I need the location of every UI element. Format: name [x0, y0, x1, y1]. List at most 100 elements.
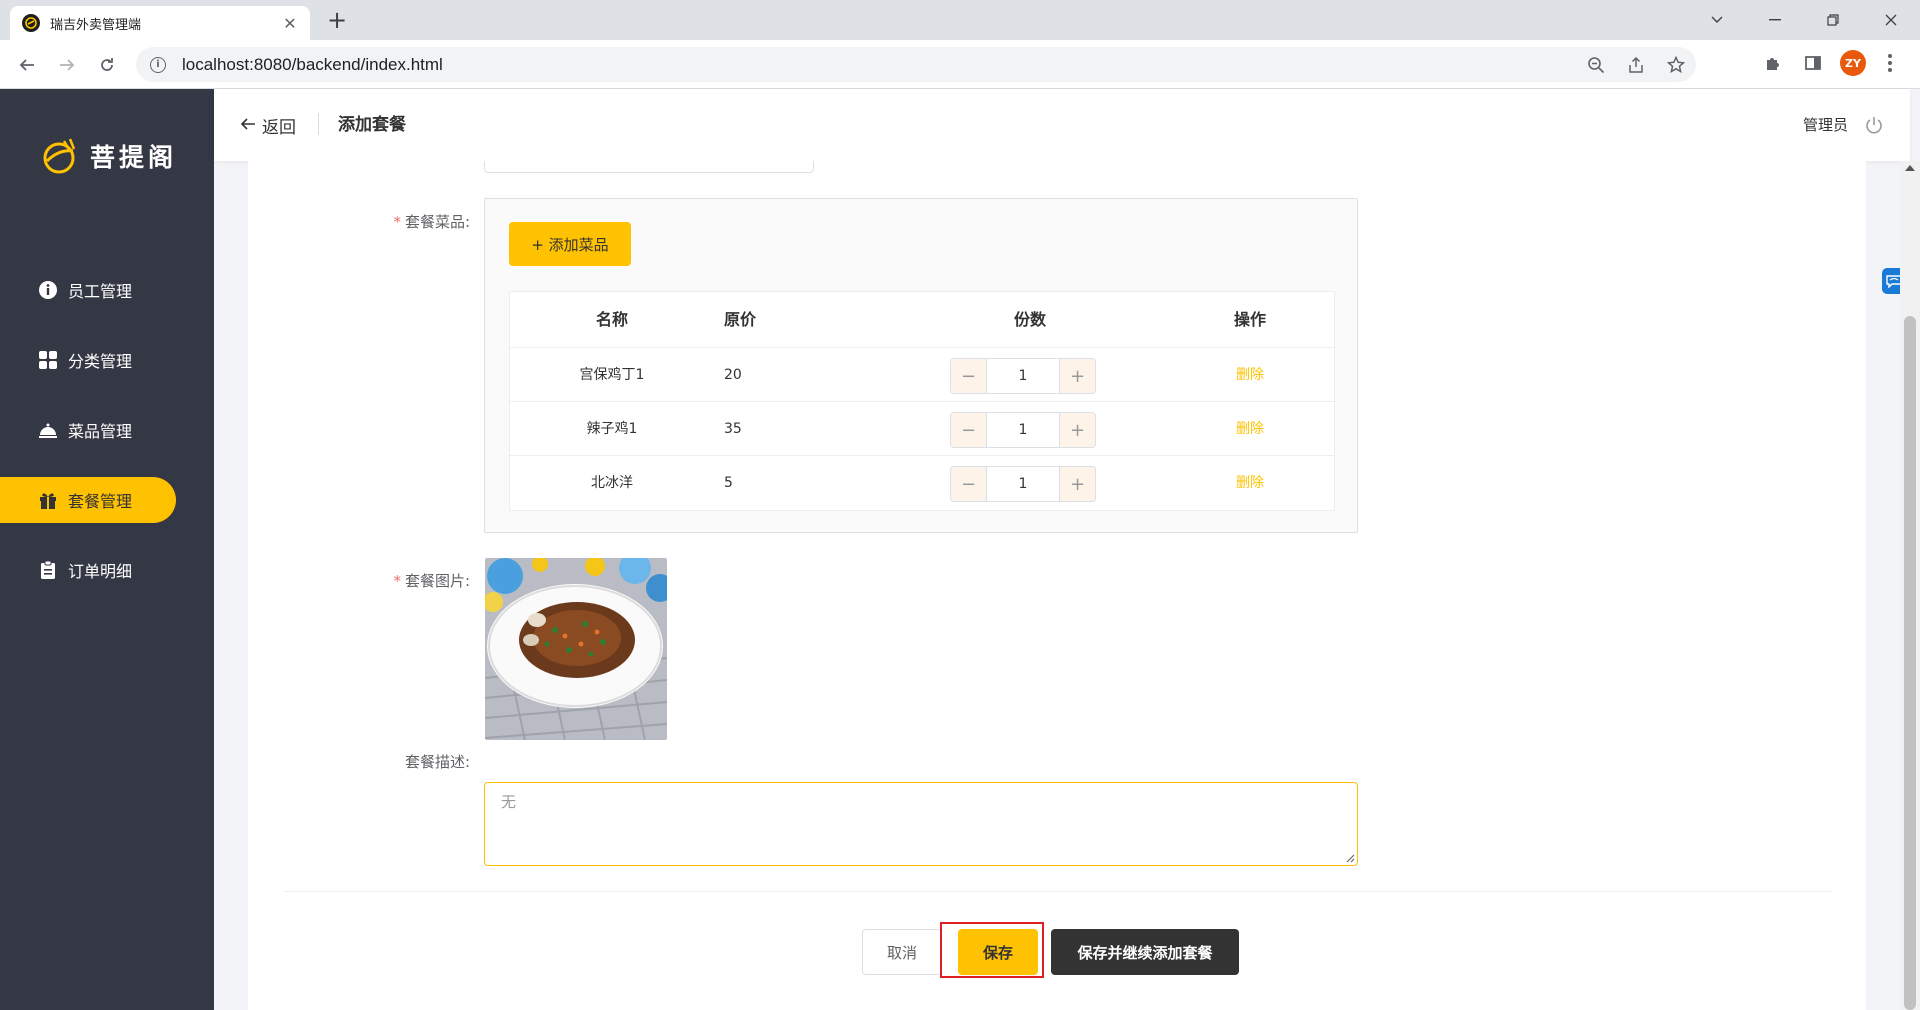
- sidebar-item-dish[interactable]: 菜品管理: [0, 407, 214, 453]
- sidebar: 菩提阁 员工管理 分类管理 菜品管理 套餐管理 订单明细: [0, 89, 214, 1010]
- site-info-icon[interactable]: i: [150, 56, 166, 73]
- quantity-input[interactable]: 1: [987, 359, 1059, 393]
- increment-button[interactable]: +: [1059, 359, 1095, 393]
- setmeal-icon: [38, 490, 58, 510]
- description-value: 无: [501, 793, 517, 811]
- sidebar-item-category[interactable]: 分类管理: [0, 337, 214, 383]
- scroll-up-icon[interactable]: [1905, 165, 1915, 171]
- new-tab-button[interactable]: +: [324, 8, 350, 34]
- dish-name: 北冰洋: [591, 475, 633, 491]
- sidebar-item-employee[interactable]: 员工管理: [0, 267, 214, 313]
- delete-link[interactable]: 删除: [1210, 456, 1290, 510]
- footer-divider: [284, 891, 1832, 892]
- quantity-stepper: − 1 +: [950, 466, 1096, 502]
- sidebar-item-setmeal[interactable]: 套餐管理: [0, 477, 176, 523]
- dish-price: 5: [724, 475, 733, 491]
- sidebar-item-label: 套餐管理: [68, 492, 133, 511]
- back-arrow-icon: [240, 115, 256, 136]
- browser-menu-icon[interactable]: [1880, 50, 1900, 76]
- column-header: 操作: [1233, 310, 1266, 329]
- sidebar-item-label: 订单明细: [68, 562, 133, 581]
- sidebar-item-label: 菜品管理: [68, 422, 133, 441]
- header-divider: [318, 113, 319, 135]
- address-bar[interactable]: i localhost:8080/backend/index.html: [136, 47, 1696, 82]
- setmeal-photo-image: [485, 558, 667, 740]
- share-icon[interactable]: [1626, 55, 1646, 75]
- page-scrollbar[interactable]: [1900, 161, 1920, 1010]
- bookmark-star-icon[interactable]: [1666, 55, 1686, 75]
- dish-icon: [38, 420, 58, 440]
- back-nav-icon[interactable]: [12, 50, 42, 80]
- favicon-icon: [22, 14, 40, 32]
- delete-link[interactable]: 删除: [1210, 402, 1290, 456]
- sidebar-item-order[interactable]: 订单明细: [0, 547, 214, 593]
- back-button[interactable]: 返回: [240, 89, 296, 161]
- profile-avatar[interactable]: ZY: [1840, 50, 1866, 76]
- scroll-thumb[interactable]: [1904, 316, 1916, 1010]
- image-label: * 套餐图片:: [393, 572, 470, 590]
- back-label: 返回: [262, 117, 296, 138]
- dish-price: 20: [724, 367, 742, 383]
- close-window-icon[interactable]: [1862, 0, 1920, 40]
- employee-icon: [38, 280, 58, 300]
- column-header: 原价: [724, 310, 757, 329]
- setmeal-image-upload[interactable]: [485, 558, 667, 740]
- browser-toolbar: i localhost:8080/backend/index.html ZY: [0, 40, 1920, 89]
- browser-tab[interactable]: 瑞吉外卖管理端 ✕: [10, 6, 310, 40]
- description-textarea[interactable]: 无: [484, 782, 1358, 866]
- quantity-input[interactable]: 1: [987, 467, 1059, 501]
- reload-icon[interactable]: [92, 50, 122, 80]
- table-row: 北冰洋 5 − 1 + 删除: [510, 456, 1334, 510]
- save-and-continue-button[interactable]: 保存并继续添加套餐: [1051, 929, 1239, 975]
- form-panel: * 套餐菜品: + 添加菜品 名称 原价 份数 操作 宫保鸡丁1 20 − 1 +…: [248, 161, 1866, 1010]
- url-text: localhost:8080/backend/index.html: [182, 54, 443, 74]
- column-header: 名称: [595, 310, 628, 329]
- category-icon: [38, 350, 58, 370]
- table-row: 宫保鸡丁1 20 − 1 + 删除: [510, 348, 1334, 402]
- add-dish-button[interactable]: + 添加菜品: [509, 222, 631, 266]
- logout-power-icon[interactable]: [1864, 115, 1884, 135]
- tab-search-icon[interactable]: [1688, 0, 1746, 40]
- dishes-container: + 添加菜品 名称 原价 份数 操作 宫保鸡丁1 20 − 1 + 删除 辣子鸡…: [484, 198, 1358, 533]
- quantity-input[interactable]: 1: [987, 413, 1059, 447]
- sidebar-item-label: 员工管理: [68, 282, 133, 301]
- table-row: 辣子鸡1 35 − 1 + 删除: [510, 402, 1334, 456]
- user-name: 管理员: [1802, 116, 1848, 134]
- decrement-button[interactable]: −: [951, 467, 987, 501]
- tab-close-icon[interactable]: ✕: [280, 14, 300, 33]
- dishes-label: * 套餐菜品:: [393, 213, 470, 231]
- previous-field-input[interactable]: [484, 161, 814, 173]
- decrement-button[interactable]: −: [951, 413, 987, 447]
- side-panel-icon[interactable]: [1800, 50, 1826, 76]
- dish-name: 宫保鸡丁1: [579, 367, 645, 383]
- logo: 菩提阁: [40, 137, 177, 175]
- quantity-stepper: − 1 +: [950, 412, 1096, 448]
- increment-button[interactable]: +: [1059, 413, 1095, 447]
- dish-name: 辣子鸡1: [586, 421, 638, 437]
- tab-title: 瑞吉外卖管理端: [50, 17, 142, 33]
- order-icon: [38, 560, 58, 580]
- restore-icon[interactable]: [1804, 0, 1862, 40]
- delete-link[interactable]: 删除: [1210, 348, 1290, 402]
- sidebar-menu: 员工管理 分类管理 菜品管理 套餐管理 订单明细: [0, 267, 214, 617]
- logo-text: 菩提阁: [90, 143, 178, 172]
- forward-nav-icon[interactable]: [52, 50, 82, 80]
- minimize-icon[interactable]: [1746, 0, 1804, 40]
- dish-table: 名称 原价 份数 操作 宫保鸡丁1 20 − 1 + 删除 辣子鸡1 35 −: [509, 291, 1335, 511]
- quantity-stepper: − 1 +: [950, 358, 1096, 394]
- increment-button[interactable]: +: [1059, 467, 1095, 501]
- decrement-button[interactable]: −: [951, 359, 987, 393]
- cancel-button[interactable]: 取消: [862, 929, 942, 975]
- save-button[interactable]: 保存: [958, 929, 1038, 975]
- table-header-row: 名称 原价 份数 操作: [510, 292, 1334, 348]
- column-header: 份数: [1013, 310, 1046, 329]
- page-header: 返回 添加套餐 管理员: [214, 89, 1910, 161]
- sidebar-item-label: 分类管理: [68, 352, 133, 371]
- dish-price: 35: [724, 421, 742, 437]
- resize-grip-icon[interactable]: [1345, 853, 1355, 863]
- logo-icon: [43, 138, 76, 174]
- zoom-icon[interactable]: [1586, 55, 1606, 75]
- browser-tabbar: 瑞吉外卖管理端 ✕ +: [0, 0, 1920, 40]
- description-label: 套餐描述:: [404, 753, 470, 771]
- extensions-puzzle-icon[interactable]: [1760, 50, 1786, 76]
